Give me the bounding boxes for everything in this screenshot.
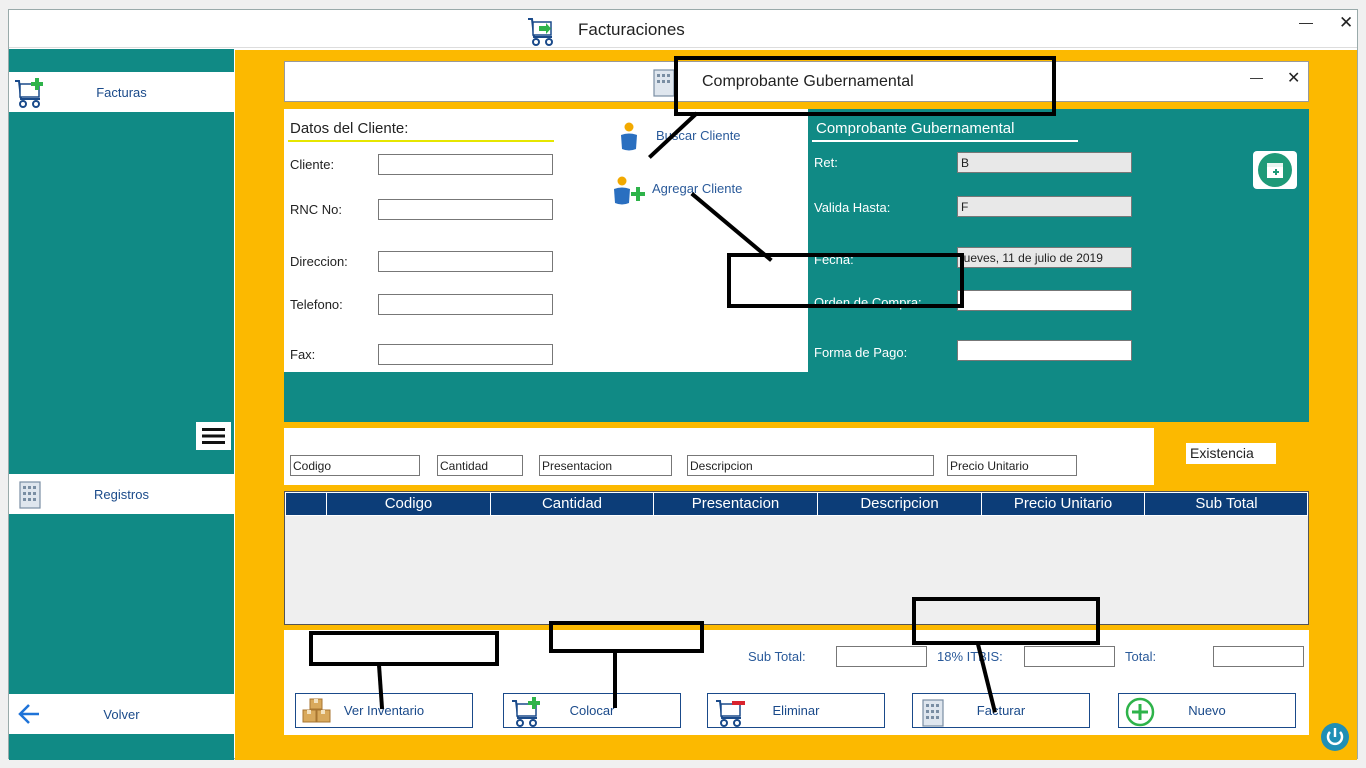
cliente-input[interactable] <box>378 154 553 175</box>
client-heading-underline <box>288 140 554 142</box>
rnc-label: RNC No: <box>290 202 343 217</box>
existencia-label: Existencia <box>1186 443 1276 464</box>
fecha-field[interactable]: jueves, 11 de julio de 2019 <box>957 247 1132 268</box>
grid-header-cell[interactable]: Cantidad <box>490 493 653 515</box>
annotation-line <box>613 652 617 708</box>
product-entry-row: Codigo Cantidad Presentacion Descripcion… <box>284 428 1154 485</box>
redaction-box <box>674 56 1056 116</box>
ver-inventario-button[interactable]: Ver Inventario <box>295 693 473 728</box>
ver-inventario-label: Ver Inventario <box>343 703 425 718</box>
sidebar-item-label: Registros <box>94 486 149 502</box>
ret-label: Ret: <box>814 155 838 170</box>
comprobante-heading-underline <box>812 140 1078 142</box>
forma-pago-label: Forma de Pago: <box>814 345 908 360</box>
redaction-box <box>727 253 964 308</box>
sidebar-item-label: Volver <box>103 706 140 722</box>
dialog-close-button[interactable]: ✕ <box>1287 68 1300 88</box>
grid-header-cell[interactable] <box>286 493 326 515</box>
grid-header-cell[interactable]: Descripcion <box>817 493 981 515</box>
grid-header-cell[interactable]: Presentacion <box>653 493 817 515</box>
nuevo-button[interactable]: Nuevo <box>1118 693 1296 728</box>
direccion-label: Direccion: <box>290 254 348 269</box>
app-window: Facturaciones — ✕ Facturas Registros Vol… <box>8 9 1358 760</box>
power-icon[interactable] <box>1320 722 1350 752</box>
facturar-button[interactable]: Facturar <box>912 693 1090 728</box>
buscar-cliente-button[interactable]: Buscar Cliente <box>614 119 764 153</box>
telefono-label: Telefono: <box>290 297 343 312</box>
orden-compra-field[interactable] <box>957 290 1132 311</box>
cantidad-input[interactable]: Cantidad <box>437 455 523 476</box>
redaction-box <box>309 631 499 666</box>
sidebar-item-registros[interactable]: Registros <box>9 474 234 514</box>
valida-hasta-field[interactable]: F <box>957 196 1132 217</box>
agregar-cliente-button[interactable]: Agregar Cliente <box>610 171 770 209</box>
fax-label: Fax: <box>290 347 316 362</box>
dialog-minimize-button[interactable]: — <box>1250 70 1263 85</box>
truck-arrow-icon <box>525 13 559 47</box>
window-title: Facturaciones <box>578 20 685 39</box>
facturar-label: Facturar <box>976 703 1026 718</box>
redaction-box <box>912 597 1100 645</box>
teal-strip <box>284 372 1309 422</box>
subtotal-label: Sub Total: <box>748 649 806 664</box>
presentacion-input[interactable]: Presentacion <box>539 455 672 476</box>
minimize-button[interactable]: — <box>1299 14 1313 30</box>
descripcion-input[interactable]: Descripcion <box>687 455 934 476</box>
title-bar: Facturaciones — ✕ <box>9 10 1357 48</box>
close-button[interactable]: ✕ <box>1339 13 1353 33</box>
nuevo-label: Nuevo <box>1188 703 1226 718</box>
rnc-input[interactable] <box>378 199 553 220</box>
forma-pago-field[interactable] <box>957 340 1132 361</box>
colocar-button[interactable]: Colocar <box>503 693 681 728</box>
sidebar-item-facturas[interactable]: Facturas <box>9 72 234 112</box>
colocar-label: Colocar <box>569 703 615 718</box>
redaction-box <box>549 621 704 653</box>
grid-header: Codigo Cantidad Presentacion Descripcion… <box>285 492 1308 516</box>
valida-hasta-label: Valida Hasta: <box>814 200 891 215</box>
itbis-field[interactable] <box>1024 646 1115 667</box>
comprobante-panel: Comprobante Gubernamental Ret: B Valida … <box>808 109 1309 372</box>
codigo-input[interactable]: Codigo <box>290 455 420 476</box>
eliminar-button[interactable]: Eliminar <box>707 693 885 728</box>
telefono-input[interactable] <box>378 294 553 315</box>
grid-header-cell[interactable]: Codigo <box>326 493 490 515</box>
fax-input[interactable] <box>378 344 553 365</box>
sidebar-item-label: Facturas <box>96 84 147 100</box>
ret-field[interactable]: B <box>957 152 1132 173</box>
cliente-label: Cliente: <box>290 157 335 172</box>
direccion-input[interactable] <box>378 251 553 272</box>
invoice-form: Comprobante Gubernamental — ✕ Datos del … <box>235 50 1357 760</box>
total-label: Total: <box>1125 649 1157 664</box>
hamburger-menu-icon[interactable] <box>196 422 231 450</box>
total-field[interactable] <box>1213 646 1304 667</box>
calendar-add-icon[interactable] <box>1253 151 1297 189</box>
grid-header-cell[interactable]: Sub Total <box>1144 493 1308 515</box>
subtotal-field[interactable] <box>836 646 927 667</box>
invoice-items-grid[interactable]: Codigo Cantidad Presentacion Descripcion… <box>284 491 1309 625</box>
sidebar: Facturas Registros Volver <box>9 49 234 760</box>
client-heading: Datos del Cliente: <box>290 120 409 137</box>
client-data-panel: Datos del Cliente: Cliente: RNC No: Dire… <box>284 109 808 372</box>
grid-header-cell[interactable]: Precio Unitario <box>981 493 1144 515</box>
itbis-label: 18% ITBIS: <box>937 649 1003 664</box>
eliminar-label: Eliminar <box>772 703 820 718</box>
sidebar-item-volver[interactable]: Volver <box>9 694 234 734</box>
person-icon <box>618 121 640 153</box>
agregar-cliente-label: Agregar Cliente <box>652 181 743 196</box>
precio-unitario-input[interactable]: Precio Unitario <box>947 455 1077 476</box>
person-add-icon <box>612 175 646 207</box>
comprobante-heading: Comprobante Gubernamental <box>816 120 1015 137</box>
